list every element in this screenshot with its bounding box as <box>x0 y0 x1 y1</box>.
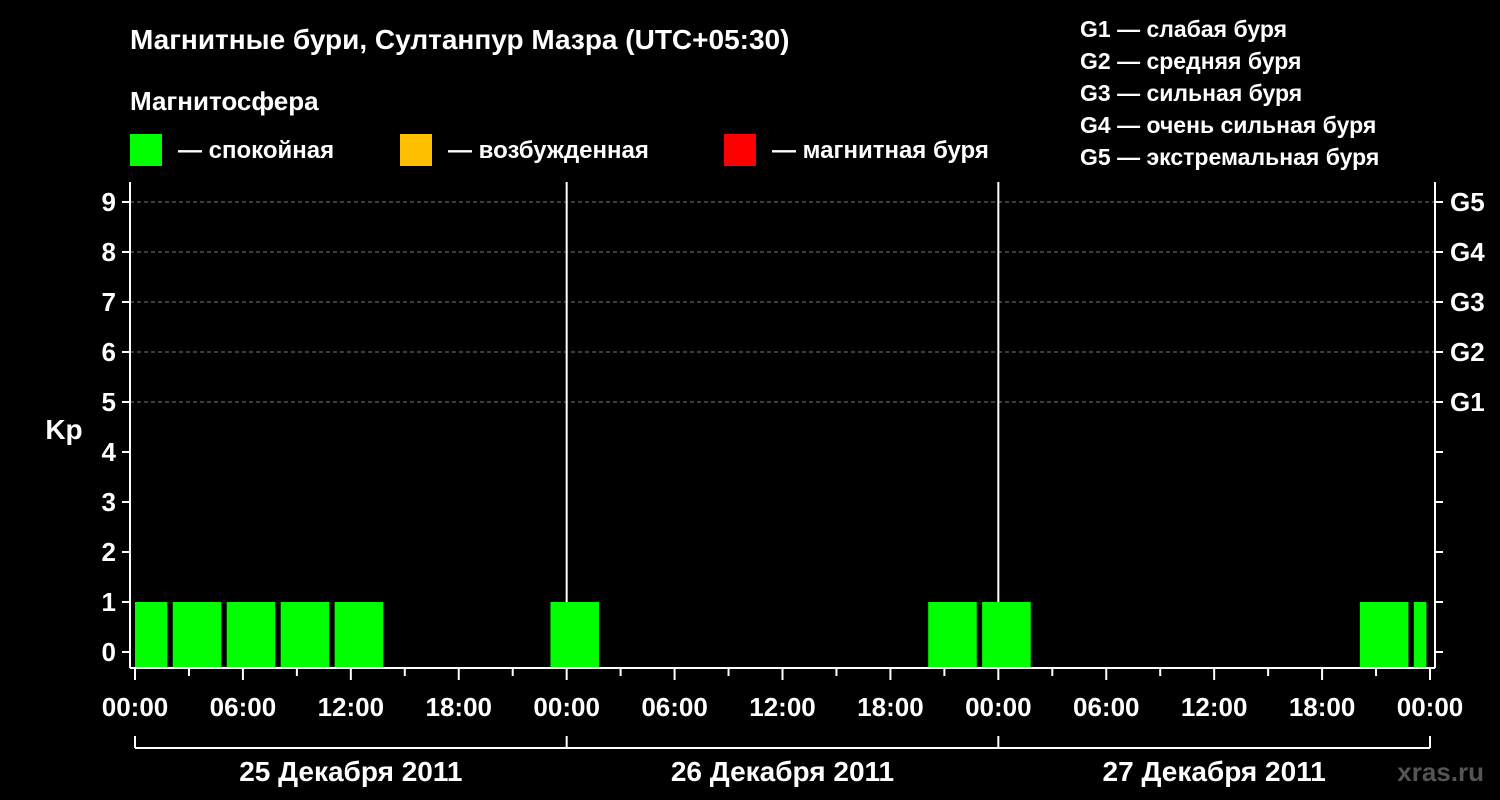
kp-bar <box>226 602 276 668</box>
y-tick-label: 5 <box>102 387 116 417</box>
legend-swatch-quiet <box>130 134 162 166</box>
x-tick-label: 18:00 <box>1289 692 1356 722</box>
g-level-label: G2 <box>1450 337 1485 367</box>
kp-bar <box>172 602 222 668</box>
y-tick-label: 6 <box>102 337 116 367</box>
y-tick-label: 3 <box>102 487 116 517</box>
x-tick-label: 18:00 <box>857 692 924 722</box>
legend-label-storm: — магнитная буря <box>772 137 989 164</box>
y-tick-label: 1 <box>102 587 116 617</box>
day-label: 26 Декабря 2011 <box>671 756 894 787</box>
y-tick-label: 7 <box>102 287 116 317</box>
x-tick-label: 18:00 <box>426 692 493 722</box>
legend: — спокойная — возбужденная — магнитная б… <box>130 134 989 166</box>
storm-scale-g4: G4 — очень сильная буря <box>1080 112 1376 138</box>
g-level-label: G5 <box>1450 187 1485 217</box>
x-tick-label: 06:00 <box>641 692 708 722</box>
g-level-label: G1 <box>1450 387 1485 417</box>
storm-scale-g2: G2 — средняя буря <box>1080 48 1301 74</box>
day-label: 25 Декабря 2011 <box>239 756 462 787</box>
kp-chart: Магнитные бури, Султанпур Мазра (UTC+05:… <box>45 16 1485 787</box>
storm-scale-g1: G1 — слабая буря <box>1080 16 1287 42</box>
y-axis-label: Kp <box>45 414 82 445</box>
x-tick-label: 00:00 <box>533 692 600 722</box>
plot-area: 0 1 2 3 4 5 6 7 8 9 G1 G2 G3 G4 G5 00:00 06:00 12:00 18:00… <box>102 182 1485 787</box>
day-label: 27 Декабря 2011 <box>1103 756 1326 787</box>
kp-bar <box>280 602 330 668</box>
chart-subtitle: Магнитосфера <box>130 86 319 116</box>
legend-swatch-storm <box>724 134 756 166</box>
kp-bar <box>334 602 384 668</box>
x-tick-label: 06:00 <box>210 692 277 722</box>
x-tick-label: 06:00 <box>1073 692 1140 722</box>
x-tick-label: 12:00 <box>749 692 816 722</box>
storm-scale-g3: G3 — сильная буря <box>1080 80 1302 106</box>
kp-bar <box>135 602 168 668</box>
x-tick-label: 12:00 <box>318 692 385 722</box>
kp-bar <box>550 602 600 668</box>
storm-scale: G1 — слабая буря G2 — средняя буря G3 — … <box>1080 16 1379 170</box>
x-tick-label: 00:00 <box>102 692 169 722</box>
x-tick-label: 12:00 <box>1181 692 1248 722</box>
kp-bar <box>928 602 977 668</box>
x-tick-label: 00:00 <box>1397 692 1464 722</box>
g-level-label: G4 <box>1450 237 1485 267</box>
chart-title: Магнитные бури, Султанпур Мазра (UTC+05:… <box>130 24 789 55</box>
legend-label-quiet: — спокойная <box>178 137 334 164</box>
legend-label-active: — возбужденная <box>448 137 649 164</box>
storm-scale-g5: G5 — экстремальная буря <box>1080 144 1379 170</box>
legend-swatch-active <box>400 134 432 166</box>
kp-bar <box>1359 602 1409 668</box>
y-tick-label: 2 <box>102 537 116 567</box>
y-tick-label: 0 <box>102 637 116 667</box>
kp-bar <box>1413 602 1427 668</box>
x-tick-label: 00:00 <box>965 692 1032 722</box>
y-tick-label: 9 <box>102 187 116 217</box>
watermark: xras.ru <box>1397 757 1484 787</box>
g-level-label: G3 <box>1450 287 1485 317</box>
y-tick-label: 8 <box>102 237 116 267</box>
y-tick-label: 4 <box>102 437 117 467</box>
kp-bar <box>982 602 1031 668</box>
